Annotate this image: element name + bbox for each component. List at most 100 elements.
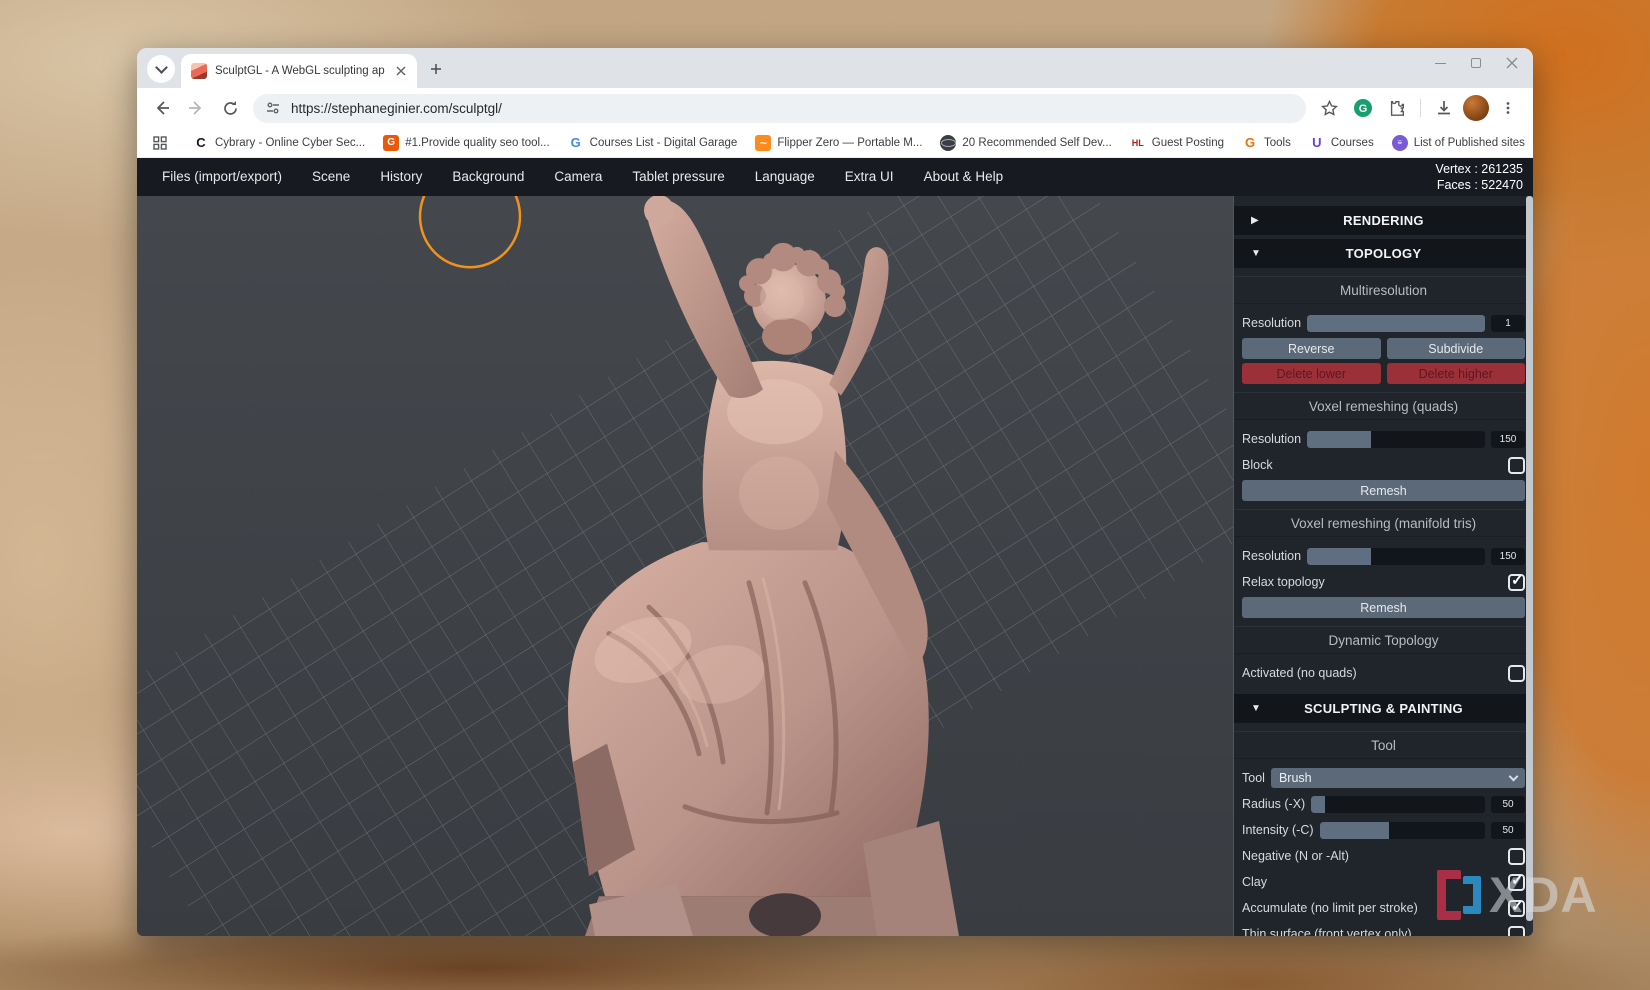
relax-topology-checkbox[interactable] (1508, 574, 1525, 591)
tool-select-value: Brush (1279, 771, 1510, 785)
dynamic-topology-title: Dynamic Topology (1234, 626, 1533, 654)
svg-text:G: G (1359, 103, 1368, 115)
grammarly-extension-icon[interactable]: G (1348, 93, 1378, 123)
tool-title: Tool (1234, 731, 1533, 759)
relax-topology-row: Relax topology (1242, 571, 1525, 593)
menu-item[interactable]: Language (740, 158, 830, 196)
negative-row: Negative (N or -Alt) (1242, 845, 1525, 867)
quads-resolution-row: Resolution 150 (1242, 428, 1525, 450)
menu-item[interactable]: Extra UI (830, 158, 909, 196)
radius-slider[interactable] (1311, 796, 1485, 813)
intensity-slider[interactable] (1320, 822, 1485, 839)
tab-search-button[interactable] (147, 55, 175, 83)
bookmark-item[interactable]: Cybrary - Online Cyber Sec... (185, 132, 373, 154)
tab-title: SculptGL - A WebGL sculpting app (215, 65, 385, 77)
quads-resolution-slider[interactable] (1307, 431, 1485, 448)
bookmark-label: Guest Posting (1152, 137, 1224, 149)
activated-checkbox[interactable] (1508, 665, 1525, 682)
menu-item[interactable]: About & Help (909, 158, 1019, 196)
panel-scrollbar[interactable] (1526, 196, 1533, 936)
multires-resolution-slider[interactable] (1307, 315, 1485, 332)
multires-resolution-row: Resolution 1 (1242, 312, 1525, 334)
radius-row: Radius (-X) 50 (1242, 793, 1525, 815)
remesh-quads-button[interactable]: Remesh (1242, 480, 1525, 501)
delete-lower-button[interactable]: Delete lower (1242, 363, 1381, 384)
sculptgl-panel: ▶ RENDERING ▼ TOPOLOGY Multiresolution R… (1233, 196, 1533, 936)
tab-close-icon[interactable] (393, 63, 409, 79)
minimize-button[interactable] (1433, 56, 1447, 70)
chevron-down-icon (1509, 772, 1519, 782)
bookmark-item[interactable]: #1.Provide quality seo tool... (375, 132, 557, 154)
maximize-button[interactable] (1469, 56, 1483, 70)
bookmark-item[interactable]: Flipper Zero — Portable M... (747, 132, 930, 154)
toolbar-divider (1420, 99, 1421, 117)
close-button[interactable] (1505, 56, 1519, 70)
window-controls (1433, 56, 1527, 70)
tab-favicon-icon (191, 63, 207, 79)
menu-item[interactable]: Background (437, 158, 539, 196)
radius-value[interactable]: 50 (1491, 796, 1525, 813)
downloads-icon[interactable] (1429, 93, 1459, 123)
bookmark-item[interactable]: Guest Posting (1122, 132, 1232, 154)
bookmark-label: Tools (1264, 137, 1291, 149)
bookmark-item[interactable]: Courses List - Digital Garage (560, 132, 746, 154)
bookmark-item[interactable]: 20 Recommended Self Dev... (932, 132, 1119, 154)
menu-item[interactable]: History (365, 158, 437, 196)
tris-resolution-slider[interactable] (1307, 548, 1485, 565)
bookmark-star-icon[interactable] (1314, 93, 1344, 123)
reverse-button[interactable]: Reverse (1242, 338, 1381, 359)
new-tab-button[interactable] (423, 56, 449, 82)
tris-resolution-value[interactable]: 150 (1491, 548, 1525, 565)
expanded-arrow-icon: ▼ (1251, 248, 1261, 259)
bookmark-label: Courses (1331, 137, 1374, 149)
quads-resolution-value[interactable]: 150 (1491, 431, 1525, 448)
menu-item[interactable]: Scene (297, 158, 365, 196)
block-row: Block (1242, 454, 1525, 476)
sculptgl-menubar: Files (import/export) Scene History Back… (137, 158, 1533, 196)
sculptgl-page: Files (import/export) Scene History Back… (137, 158, 1533, 936)
bookmark-item[interactable]: Tools (1234, 132, 1299, 154)
xda-bracket-red-icon (1437, 870, 1461, 920)
bookmark-label: 20 Recommended Self Dev... (962, 137, 1111, 149)
tab-strip: SculptGL - A WebGL sculpting app (137, 48, 1533, 88)
thin-surface-checkbox[interactable] (1508, 926, 1525, 937)
browser-toolbar: https://stephaneginier.com/sculptgl/ G (137, 88, 1533, 128)
sculpting-painting-header[interactable]: ▼ SCULPTING & PAINTING (1234, 694, 1533, 723)
address-bar[interactable]: https://stephaneginier.com/sculptgl/ (253, 94, 1306, 123)
site-info-icon[interactable] (265, 100, 281, 116)
forward-button[interactable] (181, 93, 211, 123)
multires-resolution-value[interactable]: 1 (1491, 315, 1525, 332)
faces-count: Faces : 522470 (1435, 177, 1523, 193)
sculpt-viewport[interactable] (137, 196, 1233, 936)
bookmarks-bar: Cybrary - Online Cyber Sec... #1.Provide… (137, 128, 1533, 158)
rendering-section-header[interactable]: ▶ RENDERING (1234, 206, 1533, 235)
multiresolution-title: Multiresolution (1234, 276, 1533, 304)
tool-select[interactable]: Brush (1271, 768, 1525, 788)
statue-canvas (137, 196, 1233, 936)
profile-avatar[interactable] (1463, 95, 1489, 121)
bookmark-favicon-icon (1392, 135, 1408, 151)
block-checkbox[interactable] (1508, 457, 1525, 474)
bookmark-item[interactable]: List of Published sites (1384, 132, 1533, 154)
apps-grid-icon[interactable] (147, 130, 173, 156)
subdivide-button[interactable]: Subdivide (1387, 338, 1526, 359)
menu-item[interactable]: Files (import/export) (147, 158, 297, 196)
extensions-puzzle-icon[interactable] (1382, 93, 1412, 123)
xda-watermark: XDA (1437, 870, 1598, 920)
bookmark-item[interactable]: Courses (1301, 132, 1382, 154)
browser-menu-icon[interactable] (1493, 93, 1523, 123)
remesh-tris-button[interactable]: Remesh (1242, 597, 1525, 618)
tris-resolution-row: Resolution 150 (1242, 545, 1525, 567)
bookmark-label: #1.Provide quality seo tool... (405, 137, 549, 149)
negative-checkbox[interactable] (1508, 848, 1525, 865)
menu-item[interactable]: Camera (539, 158, 617, 196)
bookmark-favicon-icon (1309, 135, 1325, 151)
active-tab[interactable]: SculptGL - A WebGL sculpting app (181, 54, 417, 88)
bookmark-label: Flipper Zero — Portable M... (777, 137, 922, 149)
intensity-value[interactable]: 50 (1491, 822, 1525, 839)
topology-section-header[interactable]: ▼ TOPOLOGY (1234, 239, 1533, 268)
menu-item[interactable]: Tablet pressure (617, 158, 739, 196)
back-button[interactable] (147, 93, 177, 123)
delete-higher-button[interactable]: Delete higher (1387, 363, 1526, 384)
reload-button[interactable] (215, 93, 245, 123)
